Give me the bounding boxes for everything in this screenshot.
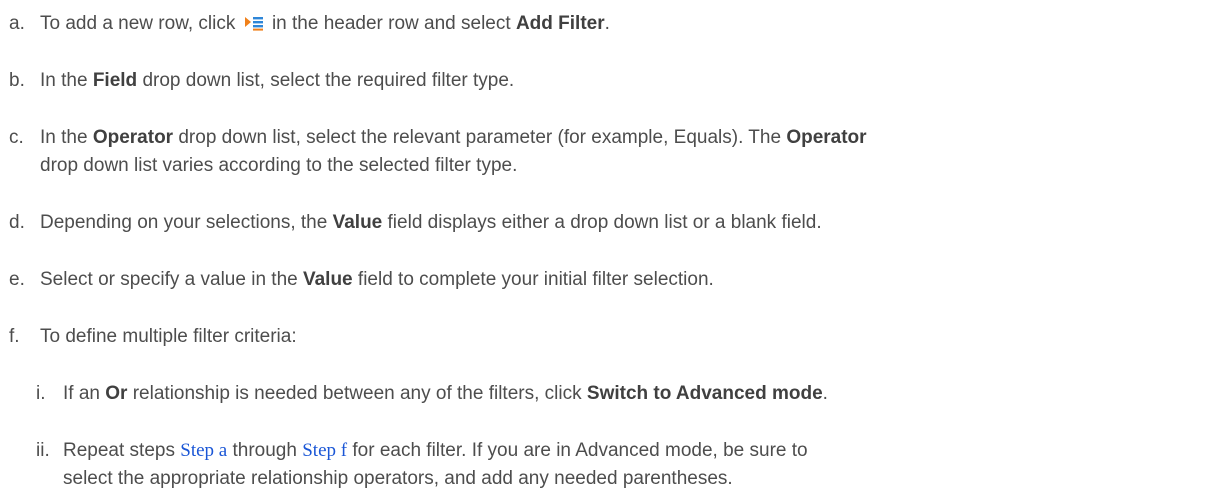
- step-text: In the Operator drop down list, select t…: [40, 124, 1200, 180]
- step-marker: d.: [9, 212, 25, 233]
- add-filter-label: Add Filter: [515, 13, 605, 34]
- step-text: Select or specify a value in the Value f…: [40, 266, 1200, 294]
- step-text-part: If an: [63, 383, 100, 404]
- step-text-part: .: [604, 13, 610, 34]
- step-text: To define multiple filter criteria:: [40, 326, 297, 347]
- step-text-part: In the: [40, 70, 88, 91]
- step-text-part: Depending on your selections, the: [40, 212, 328, 233]
- step-marker: c.: [9, 127, 24, 148]
- step-marker: a.: [9, 13, 25, 34]
- or-label: Or: [105, 383, 128, 404]
- substep-text: If an Or relationship is needed between …: [63, 380, 1200, 408]
- add-row-menu-icon[interactable]: [243, 12, 265, 31]
- field-label: Field: [92, 70, 138, 91]
- step-text-part: drop down list, select the relevant para…: [178, 127, 782, 148]
- step-marker: e.: [9, 269, 25, 290]
- step-marker: b.: [9, 70, 25, 91]
- step-text-part: drop down list varies according to the s…: [40, 155, 518, 176]
- step-text-part: for each filter. If you are in Advanced …: [352, 440, 808, 461]
- step-text-part: drop down list, select the required filt…: [142, 70, 515, 91]
- switch-advanced-mode-label: Switch to Advanced mode: [586, 383, 823, 404]
- operator-label: Operator: [786, 127, 867, 148]
- substep-marker: ii.: [36, 440, 50, 461]
- step-text-part: in the header row and select: [271, 13, 511, 34]
- step-a-link[interactable]: Step a: [180, 440, 227, 461]
- step-text-part: relationship is needed between any of th…: [132, 383, 582, 404]
- step-text: In the Field drop down list, select the …: [40, 67, 1200, 95]
- substep-marker: i.: [36, 383, 46, 404]
- value-label: Value: [332, 212, 383, 233]
- step-marker: f.: [9, 326, 20, 347]
- step-text-part: field displays either a drop down list o…: [387, 212, 822, 233]
- step-text-part: In the: [40, 127, 88, 148]
- value-label: Value: [302, 269, 353, 290]
- step-f-link[interactable]: Step f: [302, 440, 347, 461]
- substep-text: Repeat steps Step a through Step f for e…: [63, 437, 1200, 493]
- step-text-part: Repeat steps: [63, 440, 175, 461]
- step-text-part: select the appropriate relationship oper…: [63, 468, 733, 489]
- step-text: Depending on your selections, the Value …: [40, 209, 1200, 237]
- step-text-part: field to complete your initial filter se…: [357, 269, 714, 290]
- operator-label: Operator: [92, 127, 174, 148]
- step-text-part: through: [232, 440, 297, 461]
- step-text: To add a new row, click in the header ro…: [40, 10, 1200, 38]
- step-text-part: To add a new row, click: [40, 13, 236, 34]
- step-text-part: Select or specify a value in the: [40, 269, 298, 290]
- step-text-part: .: [822, 383, 828, 404]
